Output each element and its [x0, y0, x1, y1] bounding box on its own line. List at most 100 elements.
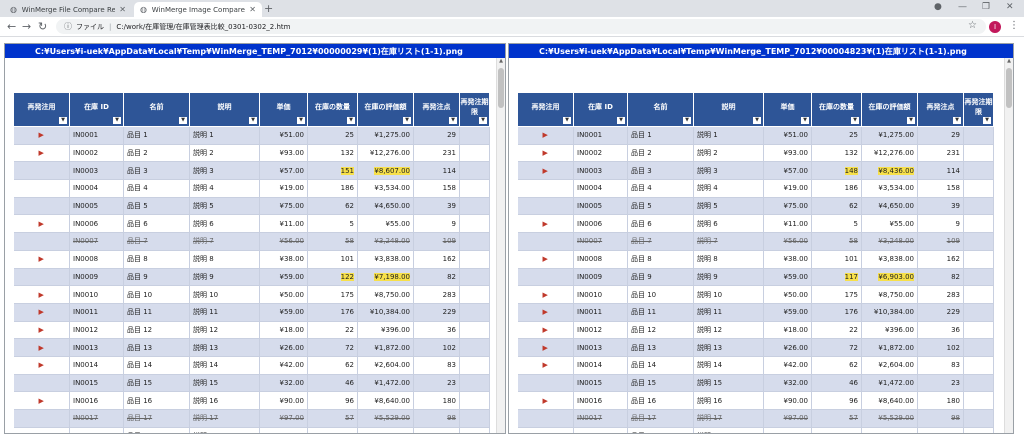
new-tab-button[interactable]: + — [264, 2, 273, 15]
item-name-cell: 品目 14 — [123, 356, 190, 375]
url-separator: | — [109, 22, 112, 31]
filter-dropdown-icon[interactable]: ▼ — [683, 117, 691, 124]
reorder-point-cell: 29 — [413, 126, 460, 145]
quantity-cell: 117 — [811, 268, 862, 287]
reorder-flag-icon: ▶ — [542, 343, 548, 352]
diff-highlight: 151 — [340, 166, 354, 175]
left-vertical-scrollbar[interactable]: ▲ — [496, 58, 505, 433]
stock-id-cell: IN0017 — [573, 409, 628, 428]
close-icon[interactable]: ✕ — [249, 5, 256, 14]
stock-value-cell: ¥3,248.00 — [357, 232, 414, 251]
filter-dropdown-icon[interactable]: ▼ — [403, 117, 411, 124]
filter-dropdown-icon[interactable]: ▼ — [953, 117, 961, 124]
filter-dropdown-icon[interactable]: ▼ — [449, 117, 457, 124]
quantity-cell: 5 — [307, 214, 358, 234]
right-vertical-scrollbar[interactable]: ▲ — [1004, 58, 1013, 433]
reorder-point-cell: 162 — [917, 250, 964, 269]
avatar[interactable]: I — [989, 21, 1001, 33]
column-header-label: 在庫 ID — [84, 102, 109, 111]
description-cell: 説明 2 — [189, 144, 260, 163]
inventory-table-right: 再発注用 ▼ 在庫 ID ▼ 名前 ▼ 説明 ▼ 単価 ▼ 在庫の数量 ▼ 在庫の評価額 ▼ 再発注点 ▼ 再発… — [517, 92, 994, 433]
table-row: IN0007 品目 7 説明 7 ¥56.00 58 ¥3,248.00 109 — [13, 232, 490, 251]
scroll-thumb[interactable] — [498, 68, 504, 108]
reorder-flag-cell — [517, 197, 574, 216]
filter-dropdown-icon[interactable]: ▼ — [297, 117, 305, 124]
quantity-cell: 5 — [811, 214, 862, 234]
tab-title: WinMerge File Compare Report — [21, 5, 116, 14]
address-bar[interactable]: ⓘ ファイル | C:/work/在庫管理/在庫管理表比較_0301-0302_… — [56, 19, 986, 34]
reorder-flag-icon: ▶ — [38, 361, 44, 370]
item-name-cell: 品目 16 — [627, 391, 694, 410]
filter-dropdown-icon[interactable]: ▼ — [249, 117, 257, 124]
unit-price-cell: ¥97.00 — [259, 409, 308, 428]
reorder-period-cell — [963, 214, 994, 234]
quantity-cell: 96 — [307, 391, 358, 410]
stock-id-cell: IN0012 — [573, 321, 628, 340]
stock-value-cell: ¥55.00 — [861, 214, 918, 234]
reorder-period-cell — [963, 268, 994, 287]
stock-id-cell: IN0006 — [573, 214, 628, 234]
reorder-point-cell: 229 — [413, 303, 460, 322]
quantity-cell: 25 — [307, 126, 358, 145]
reorder-flag-cell: ▶ — [517, 391, 574, 410]
kebab-menu-icon[interactable]: ⋮ — [1009, 20, 1019, 31]
filter-dropdown-icon[interactable]: ▼ — [617, 117, 625, 124]
filter-dropdown-icon[interactable]: ▼ — [113, 117, 121, 124]
stock-value-cell: ¥6,903.00 — [861, 268, 918, 287]
filter-dropdown-icon[interactable]: ▼ — [801, 117, 809, 124]
restore-icon[interactable]: ❐ — [982, 2, 990, 12]
description-cell: 説明 12 — [189, 321, 260, 340]
column-header-label: 単価 — [276, 102, 291, 111]
reorder-flag-cell: ▶ — [517, 144, 574, 163]
reorder-flag-cell: ▶ — [517, 250, 574, 269]
reorder-point-cell: 9 — [917, 214, 964, 234]
tab-file-compare-report[interactable]: ◍ WinMerge File Compare Report ✕ — [4, 2, 132, 17]
filter-dropdown-icon[interactable]: ▼ — [753, 117, 761, 124]
reorder-flag-icon: ▶ — [542, 325, 548, 334]
filter-dropdown-icon[interactable]: ▼ — [59, 117, 67, 124]
filter-dropdown-icon[interactable]: ▼ — [479, 117, 487, 124]
unit-price-cell: ¥59.00 — [259, 268, 308, 287]
scroll-up-icon[interactable]: ▲ — [497, 58, 505, 66]
back-arrow-icon[interactable]: ← — [7, 20, 16, 33]
scroll-thumb[interactable] — [1006, 68, 1012, 108]
stock-value-cell: ¥72.00 — [357, 427, 414, 433]
table-row: IN0005 品目 5 説明 5 ¥75.00 62 ¥4,650.00 39 — [517, 197, 994, 216]
filter-dropdown-icon[interactable]: ▼ — [563, 117, 571, 124]
reorder-flag-icon: ▶ — [38, 290, 44, 299]
forward-arrow-icon[interactable]: → — [22, 20, 31, 33]
bookmark-star-icon[interactable]: ☆ — [968, 20, 977, 31]
reload-icon[interactable]: ↻ — [38, 20, 47, 33]
close-icon[interactable]: ✕ — [119, 5, 126, 14]
reorder-flag-icon: ▶ — [542, 308, 548, 317]
table-row: IN0007 品目 7 説明 7 ¥56.00 58 ¥3,248.00 109 — [517, 232, 994, 251]
description-cell: 説明 10 — [693, 285, 764, 304]
reorder-flag-cell: ▶ — [13, 321, 70, 340]
reorder-flag-cell: ▶ — [517, 214, 574, 234]
filter-dropdown-icon[interactable]: ▼ — [851, 117, 859, 124]
stock-value-cell: ¥1,472.00 — [861, 374, 918, 393]
stock-id-cell: IN0016 — [69, 391, 124, 410]
description-cell: 説明 18 — [189, 427, 260, 433]
stock-value-cell: ¥2,604.00 — [357, 356, 414, 375]
stock-value-cell: ¥3,534.00 — [861, 179, 918, 198]
column-header: 再発注点 ▼ — [917, 92, 964, 127]
quantity-cell: 175 — [811, 285, 862, 304]
description-cell: 説明 7 — [693, 232, 764, 251]
filter-dropdown-icon[interactable]: ▼ — [983, 117, 991, 124]
table-row: ▶ IN0011 品目 11 説明 11 ¥59.00 176 ¥10,384.00 229 — [13, 303, 490, 322]
record-icon[interactable]: ● — [934, 2, 942, 12]
table-row: ▶ IN0016 品目 16 説明 16 ¥90.00 96 ¥8,640.00 180 — [517, 391, 994, 410]
right-image-pane: C:¥Users¥i-uek¥AppData¥Local¥Temp¥WinMer… — [508, 43, 1014, 434]
close-window-icon[interactable]: ✕ — [1006, 2, 1014, 12]
scroll-up-icon[interactable]: ▲ — [1005, 58, 1013, 66]
filter-dropdown-icon[interactable]: ▼ — [347, 117, 355, 124]
tab-image-compare-report[interactable]: ◍ WinMerge Image Compare Repo ✕ — [134, 2, 262, 17]
reorder-flag-icon: ▶ — [38, 255, 44, 264]
filter-dropdown-icon[interactable]: ▼ — [907, 117, 915, 124]
description-cell: 説明 9 — [189, 268, 260, 287]
minimize-icon[interactable]: — — [958, 2, 967, 12]
filter-dropdown-icon[interactable]: ▼ — [179, 117, 187, 124]
quantity-cell: 62 — [811, 197, 862, 216]
unit-price-cell: ¥57.00 — [763, 161, 812, 181]
